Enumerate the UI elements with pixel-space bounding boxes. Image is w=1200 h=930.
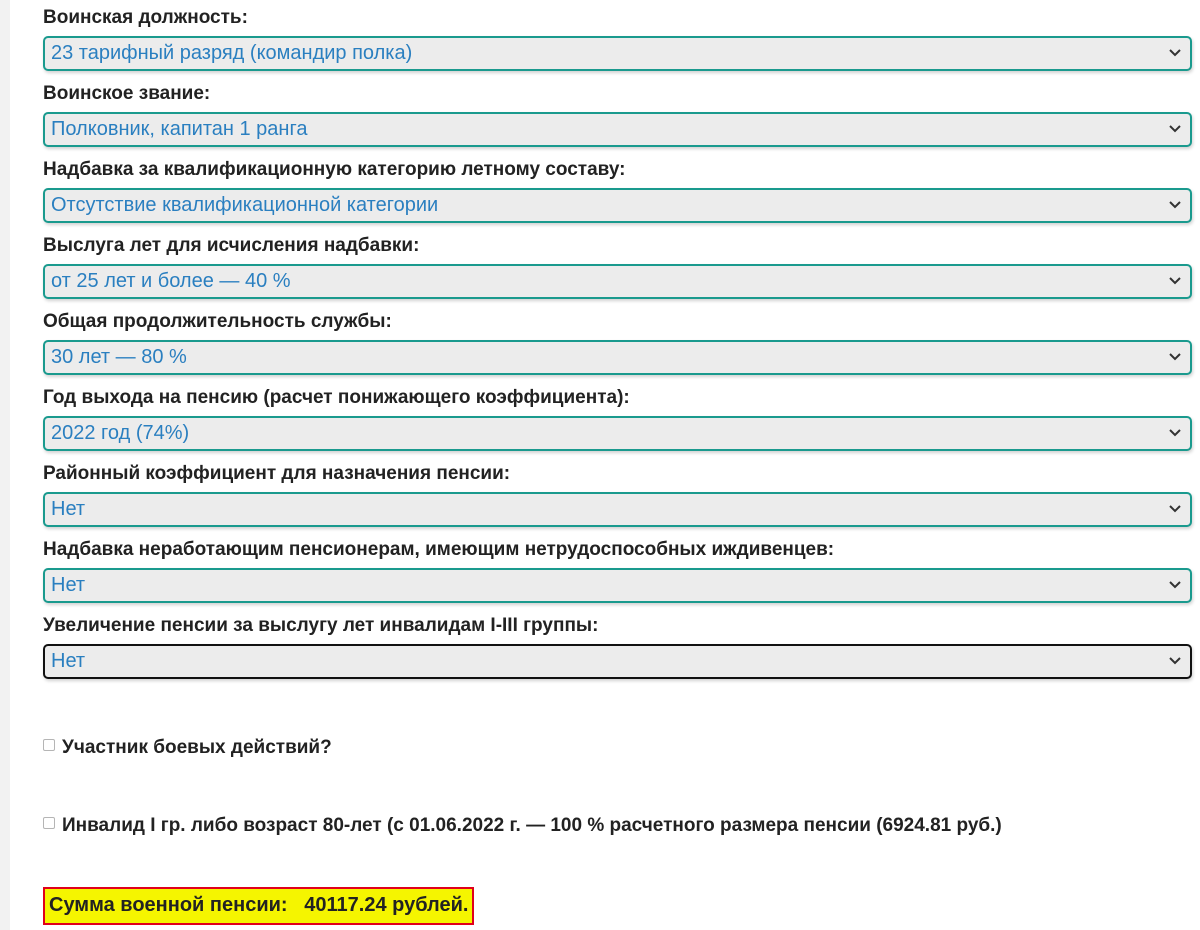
chevron-down-icon bbox=[1169, 353, 1181, 361]
position-select-value: 23 тарифный разряд (командир полка) bbox=[51, 42, 413, 64]
pension-calculator-form: Воинская должность: 23 тарифный разряд (… bbox=[43, 0, 1193, 925]
dependents-bonus-label: Надбавка неработающим пенсионерам, имеющ… bbox=[43, 539, 835, 560]
chevron-down-icon bbox=[1169, 49, 1181, 57]
chevron-down-icon bbox=[1169, 505, 1181, 513]
position-select[interactable]: 23 тарифный разряд (командир полка) bbox=[43, 36, 1192, 71]
dependents-bonus-select[interactable]: Нет bbox=[43, 568, 1192, 603]
qualification-select[interactable]: Отсутствие квалификационной категории bbox=[43, 188, 1192, 223]
rank-label: Воинское звание: bbox=[43, 83, 211, 104]
rank-select[interactable]: Полковник, капитан 1 ранга bbox=[43, 112, 1192, 147]
combat-veteran-label: Участник боевых действий? bbox=[62, 737, 332, 758]
chevron-down-icon bbox=[1169, 201, 1181, 209]
service-length-label: Общая продолжительность службы: bbox=[43, 311, 392, 332]
chevron-down-icon bbox=[1169, 125, 1181, 133]
chevron-down-icon bbox=[1169, 657, 1181, 665]
combat-veteran-row: Участник боевых действий? bbox=[43, 734, 1193, 762]
disabled-80-checkbox[interactable] bbox=[43, 817, 55, 829]
pension-result-amount: 40117.24 рублей. bbox=[304, 894, 469, 916]
pension-result: Сумма военной пенсии: 40117.24 рублей. bbox=[43, 887, 475, 925]
disabled-80-row: Инвалид I гр. либо возраст 80-лет (с 01.… bbox=[43, 812, 1193, 840]
qualification-select-value: Отсутствие квалификационной категории bbox=[51, 194, 439, 216]
pension-result-label: Сумма военной пенсии: bbox=[49, 894, 288, 916]
chevron-down-icon bbox=[1169, 581, 1181, 589]
service-length-select-value: 30 лет — 80 % bbox=[51, 346, 187, 368]
seniority-bonus-label: Выслуга лет для исчисления надбавки: bbox=[43, 235, 420, 256]
retirement-year-label: Год выхода на пенсию (расчет понижающего… bbox=[43, 387, 630, 408]
rank-select-value: Полковник, капитан 1 ранга bbox=[51, 118, 308, 140]
qualification-label: Надбавка за квалификационную категорию л… bbox=[43, 159, 626, 180]
disability-increase-label: Увеличение пенсии за выслугу лет инвалид… bbox=[43, 615, 599, 636]
disability-increase-select-value: Нет bbox=[51, 650, 86, 672]
service-length-select[interactable]: 30 лет — 80 % bbox=[43, 340, 1192, 375]
retirement-year-select-value: 2022 год (74%) bbox=[51, 422, 190, 444]
dependents-bonus-select-value: Нет bbox=[51, 574, 86, 596]
regional-coefficient-select[interactable]: Нет bbox=[43, 492, 1192, 527]
chevron-down-icon bbox=[1169, 429, 1181, 437]
disability-increase-select[interactable]: Нет bbox=[43, 644, 1192, 679]
retirement-year-select[interactable]: 2022 год (74%) bbox=[43, 416, 1192, 451]
position-label: Воинская должность: bbox=[43, 7, 248, 28]
regional-coefficient-label: Районный коэффициент для назначения пенс… bbox=[43, 463, 511, 484]
combat-veteran-checkbox[interactable] bbox=[43, 739, 55, 751]
left-gutter bbox=[0, 0, 10, 930]
disabled-80-label: Инвалид I гр. либо возраст 80-лет (с 01.… bbox=[62, 815, 1002, 836]
seniority-bonus-select[interactable]: от 25 лет и более — 40 % bbox=[43, 264, 1192, 299]
chevron-down-icon bbox=[1169, 277, 1181, 285]
regional-coefficient-select-value: Нет bbox=[51, 498, 86, 520]
seniority-bonus-select-value: от 25 лет и более — 40 % bbox=[51, 270, 291, 292]
